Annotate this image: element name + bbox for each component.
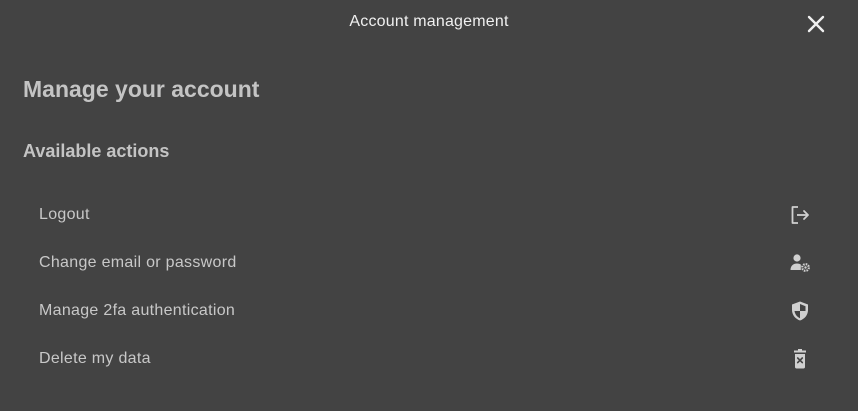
action-label: Logout	[39, 206, 90, 223]
action-label: Manage 2fa authentication	[39, 302, 236, 319]
dialog-title: Account management	[349, 13, 509, 30]
dialog-header: Account management	[0, 0, 858, 46]
page-title: Manage your account	[23, 76, 260, 102]
logout-icon	[788, 203, 812, 227]
close-button[interactable]	[804, 12, 828, 36]
action-change-credentials[interactable]: Change email or password	[23, 239, 835, 287]
action-label: Change email or password	[39, 254, 237, 271]
account-management-dialog: Account management Manage your account A…	[0, 0, 858, 411]
action-logout[interactable]: Logout	[23, 191, 835, 239]
close-icon[interactable]	[807, 15, 825, 33]
trash-icon	[788, 347, 812, 371]
action-manage-2fa[interactable]: Manage 2fa authentication	[23, 287, 835, 335]
user-gear-icon	[788, 251, 812, 275]
actions-list: Logout Change email or password Manage 2…	[23, 191, 835, 383]
action-label: Delete my data	[39, 350, 151, 367]
action-delete-data[interactable]: Delete my data	[23, 335, 835, 383]
shield-icon	[788, 299, 812, 323]
section-title: Available actions	[23, 141, 170, 161]
